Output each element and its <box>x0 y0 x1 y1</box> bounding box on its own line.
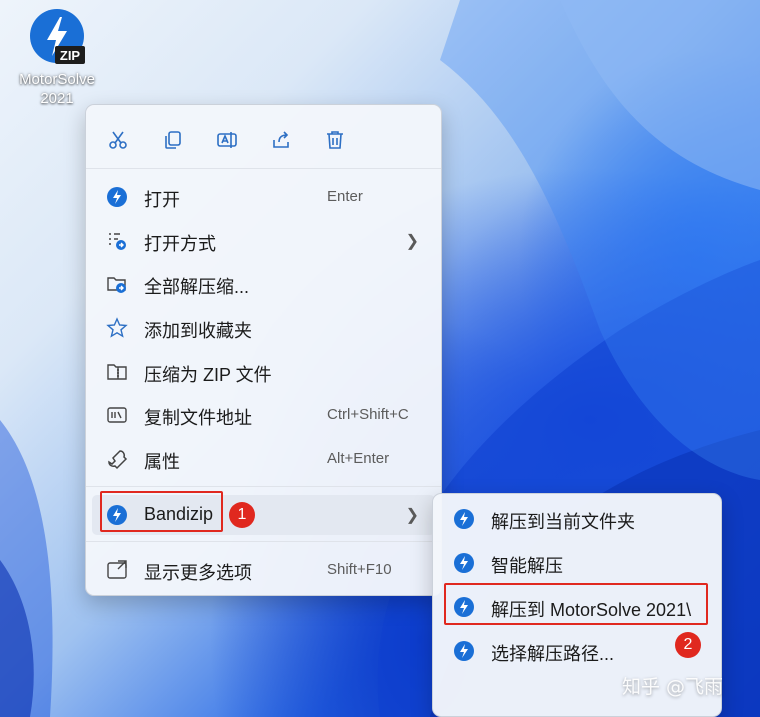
copy-path-icon <box>106 404 128 426</box>
rename-icon[interactable] <box>212 125 242 155</box>
menu-item-shortcut: Shift+F10 <box>327 561 392 578</box>
context-toolbar <box>86 121 441 161</box>
menu-item-shortcut: Ctrl+Shift+C <box>327 406 409 423</box>
menu-item-shortcut: Enter <box>327 188 363 205</box>
copy-icon[interactable] <box>158 125 188 155</box>
extract-all-icon <box>106 273 128 295</box>
open-with-icon <box>106 230 128 252</box>
submenu-item-smart-extract[interactable]: 智能解压 <box>433 543 721 583</box>
zip-badge: ZIP <box>60 48 81 63</box>
wrench-icon <box>106 448 128 470</box>
menu-item-label: 压缩为 ZIP 文件 <box>144 365 272 385</box>
menu-item-label: 打开 <box>144 190 180 210</box>
menu-item-copy-path[interactable]: 复制文件地址 Ctrl+Shift+C <box>86 395 441 435</box>
menu-item-show-more-options[interactable]: 显示更多选项 Shift+F10 <box>86 550 441 590</box>
highlight-box-extract-to <box>444 583 708 625</box>
menu-separator <box>86 168 441 169</box>
zip-folder-icon <box>106 361 128 383</box>
menu-item-compress-zip[interactable]: 压缩为 ZIP 文件 <box>86 352 441 392</box>
menu-item-label: 添加到收藏夹 <box>144 321 252 341</box>
star-icon <box>106 317 128 339</box>
icon-label-line1: MotorSolve <box>19 71 95 88</box>
delete-icon[interactable] <box>320 125 350 155</box>
bandizip-icon <box>106 186 128 208</box>
annotation-badge-1: 1 <box>229 502 255 528</box>
menu-item-shortcut: Alt+Enter <box>327 450 390 467</box>
menu-item-open[interactable]: 打开 Enter <box>86 177 441 217</box>
share-icon[interactable] <box>266 125 296 155</box>
menu-item-label: 打开方式 <box>144 234 216 254</box>
submenu-item-extract-here[interactable]: 解压到当前文件夹 <box>433 499 721 539</box>
watermark-text: 知乎 @飞雨 <box>622 676 724 698</box>
bandizip-icon <box>453 508 475 530</box>
menu-item-label: 全部解压缩... <box>144 277 250 297</box>
bandizip-icon <box>453 640 475 662</box>
zip-file-icon: ZIP <box>25 6 89 70</box>
annotation-badge-2: 2 <box>675 632 701 658</box>
bandizip-icon <box>453 552 475 574</box>
menu-separator <box>86 486 441 487</box>
menu-item-extract-all[interactable]: 全部解压缩... <box>86 264 441 304</box>
highlight-box-bandizip <box>100 491 223 532</box>
desktop-icon-motorsolve[interactable]: ZIP MotorSolve 2021 <box>0 6 114 108</box>
submenu-item-label: 智能解压 <box>491 556 563 576</box>
more-options-icon <box>106 559 128 581</box>
menu-item-label: 显示更多选项 <box>144 563 252 583</box>
menu-item-add-favorites[interactable]: 添加到收藏夹 <box>86 308 441 348</box>
menu-item-properties[interactable]: 属性 Alt+Enter <box>86 439 441 479</box>
menu-separator <box>86 541 441 542</box>
submenu-item-label: 选择解压路径... <box>491 644 615 664</box>
menu-item-label: 复制文件地址 <box>144 408 252 428</box>
submenu-item-label: 解压到当前文件夹 <box>491 512 635 532</box>
menu-item-open-with[interactable]: 打开方式 ❯ <box>86 221 441 261</box>
cut-icon[interactable] <box>103 125 133 155</box>
chevron-right-icon: ❯ <box>405 233 419 250</box>
chevron-right-icon: ❯ <box>405 507 419 524</box>
menu-item-label: 属性 <box>144 452 180 472</box>
